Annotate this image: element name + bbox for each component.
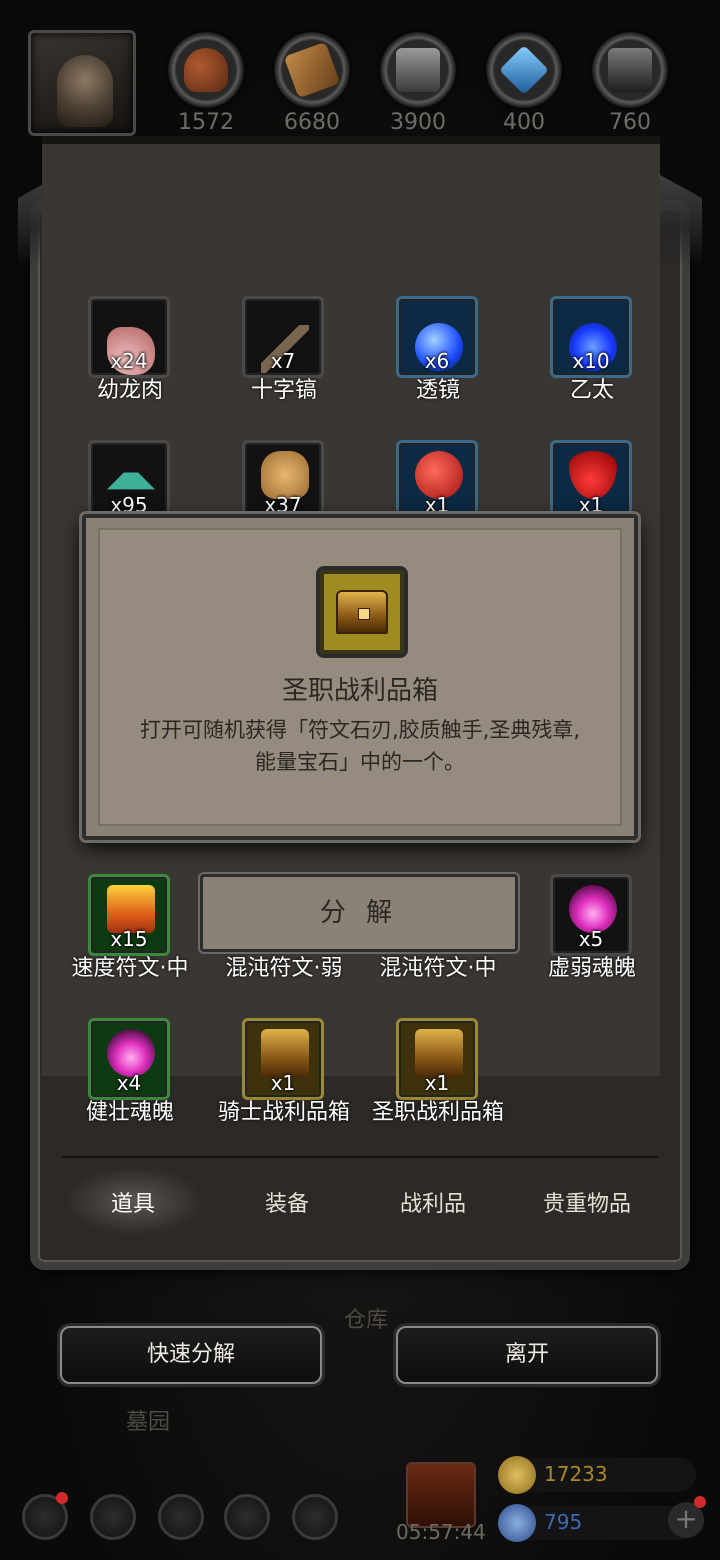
item-quantity: x7 bbox=[270, 349, 296, 373]
achievement-icon[interactable] bbox=[90, 1494, 136, 1540]
strong-soul-icon bbox=[107, 1029, 155, 1077]
item-name: 幼龙肉 bbox=[96, 378, 163, 403]
gem-currency[interactable]: 795 bbox=[498, 1504, 696, 1542]
item-quantity: x15 bbox=[110, 927, 148, 951]
hero-icon[interactable] bbox=[158, 1494, 204, 1540]
item-slot[interactable]: x15 bbox=[88, 874, 170, 956]
holy-chest-icon bbox=[415, 1029, 463, 1077]
item-quantity: x1 bbox=[270, 1071, 296, 1095]
resource-value: 1572 bbox=[178, 110, 234, 135]
tab-items[interactable]: 道具 bbox=[58, 1186, 208, 1218]
resource-value: 6680 bbox=[284, 110, 340, 135]
notification-dot bbox=[694, 1496, 706, 1508]
tab-valuables[interactable]: 贵重物品 bbox=[512, 1186, 662, 1218]
tabs-divider bbox=[62, 1156, 658, 1158]
player-avatar[interactable] bbox=[28, 30, 136, 136]
resource-value: 760 bbox=[609, 110, 651, 135]
knight-chest-icon bbox=[261, 1029, 309, 1077]
popup-item-name: 圣职战利品箱 bbox=[281, 676, 438, 706]
item-quantity: x6 bbox=[424, 349, 450, 373]
hide-icon bbox=[261, 451, 309, 499]
holy-chest-icon bbox=[316, 566, 408, 658]
resource-wood[interactable]: 6680 bbox=[272, 30, 352, 140]
item-name: 圣职战利品箱 bbox=[371, 1100, 504, 1125]
item-slot[interactable]: x95 bbox=[88, 440, 170, 522]
hooded-character-icon bbox=[57, 55, 113, 127]
resource-stone[interactable]: 3900 bbox=[378, 30, 458, 140]
item-name: 虚弱魂魄 bbox=[547, 956, 636, 981]
resource-meat[interactable]: 1572 bbox=[166, 30, 246, 140]
item-quantity: x24 bbox=[110, 349, 148, 373]
item-slot[interactable]: x7 bbox=[242, 296, 324, 378]
item-slot[interactable]: x5 bbox=[550, 874, 632, 956]
gift-box-icon[interactable] bbox=[406, 1462, 476, 1528]
resource-iron[interactable]: 760 bbox=[590, 30, 670, 140]
notification-dot bbox=[56, 1492, 68, 1504]
location-label-warehouse: 仓库 bbox=[344, 1308, 389, 1333]
speed-rune-icon bbox=[107, 885, 155, 933]
item-detail-popup[interactable]: 圣职战利品箱 打开可随机获得「符文石刃,胶质触手,圣典残章,能量宝石」中的一个。 bbox=[82, 514, 638, 840]
tab-loot[interactable]: 战利品 bbox=[358, 1186, 508, 1218]
gold-coin-icon bbox=[498, 1456, 536, 1494]
item-name: 十字镐 bbox=[250, 378, 317, 403]
gem-dust-icon bbox=[107, 465, 155, 490]
decompose-button[interactable]: 分 解 bbox=[200, 874, 518, 952]
item-slot[interactable]: x24 bbox=[88, 296, 170, 378]
gift-timer: 05:57:44 bbox=[396, 1520, 486, 1544]
gold-currency[interactable]: 17233 bbox=[498, 1456, 696, 1494]
blood-drop-icon bbox=[569, 451, 617, 499]
item-quantity: x5 bbox=[578, 927, 604, 951]
item-slot[interactable]: x10 bbox=[550, 296, 632, 378]
item-slot[interactable]: x6 bbox=[396, 296, 478, 378]
gem-icon bbox=[498, 1504, 536, 1542]
resource-value: 3900 bbox=[390, 110, 446, 135]
item-name: 骑士战利品箱 bbox=[217, 1100, 350, 1125]
resource-crystal[interactable]: 400 bbox=[484, 30, 564, 140]
quick-decompose-button[interactable]: 快速分解 bbox=[60, 1326, 322, 1384]
meat-resource-icon bbox=[184, 48, 228, 92]
item-slot[interactable]: x1 bbox=[550, 440, 632, 522]
item-name: 混沌符文·中 bbox=[379, 956, 497, 981]
guild-icon[interactable] bbox=[292, 1494, 338, 1540]
item-quantity: x10 bbox=[572, 349, 610, 373]
item-slot[interactable]: x1 bbox=[396, 440, 478, 522]
tab-equipment[interactable]: 装备 bbox=[212, 1186, 362, 1218]
leave-button[interactable]: 离开 bbox=[396, 1326, 658, 1384]
item-quantity: x1 bbox=[424, 1071, 450, 1095]
gold-value: 17233 bbox=[544, 1462, 608, 1486]
popup-item-description: 打开可随机获得「符文石刃,胶质触手,圣典残章,能量宝石」中的一个。 bbox=[139, 718, 581, 774]
item-name: 混沌符文·弱 bbox=[225, 956, 343, 981]
item-slot[interactable]: x4 bbox=[88, 1018, 170, 1100]
item-quantity: x4 bbox=[116, 1071, 142, 1095]
item-slot[interactable]: x1 bbox=[242, 1018, 324, 1100]
weak-soul-icon bbox=[569, 885, 617, 933]
stone-resource-icon bbox=[396, 48, 440, 92]
red-ore-icon bbox=[415, 451, 463, 499]
item-name: 透镜 bbox=[415, 378, 460, 403]
item-name: 乙太 bbox=[569, 378, 614, 403]
mail-icon[interactable] bbox=[224, 1494, 270, 1540]
iron-resource-icon bbox=[608, 48, 652, 92]
item-name: 健壮魂魄 bbox=[85, 1100, 174, 1125]
item-slot[interactable]: x37 bbox=[242, 440, 324, 522]
item-slot[interactable]: x1 bbox=[396, 1018, 478, 1100]
location-label-cemetery: 墓园 bbox=[126, 1410, 171, 1435]
item-name: 速度符文·中 bbox=[71, 956, 189, 981]
gem-value: 795 bbox=[544, 1510, 583, 1534]
resource-value: 400 bbox=[503, 110, 545, 135]
